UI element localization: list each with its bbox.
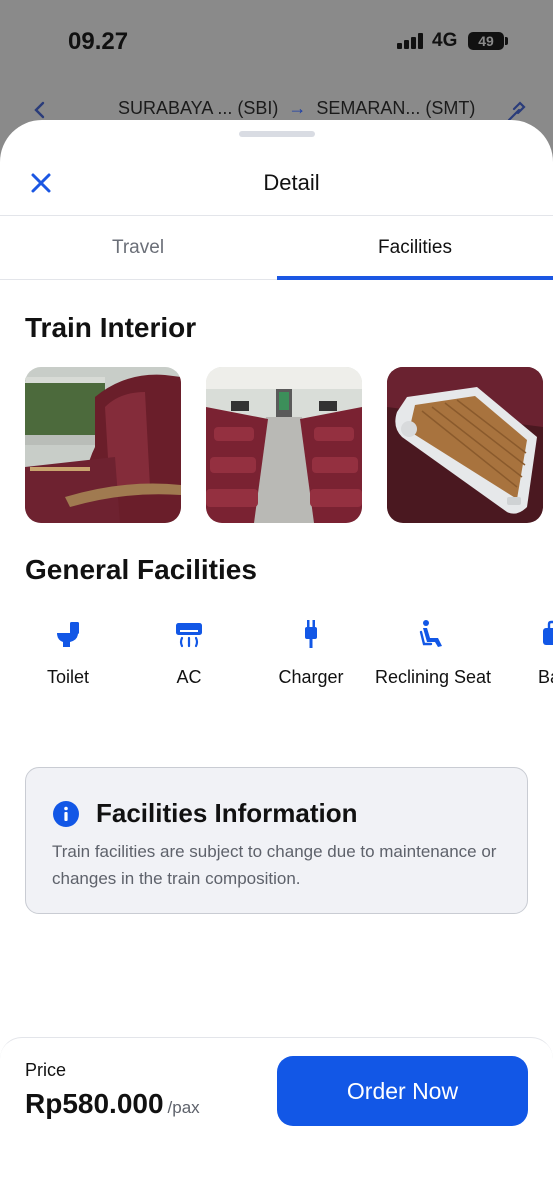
- route-arrow: →: [288, 98, 307, 118]
- facility-label: Bag: [537, 667, 553, 687]
- facility-toilet[interactable]: Toilet: [8, 618, 128, 691]
- info-icon: [53, 801, 79, 827]
- facilities-info-text: Train facilities are subject to change d…: [52, 842, 497, 888]
- detail-sheet: Detail Travel Facilities Train Interior: [0, 120, 553, 1200]
- battery-level: 49: [478, 33, 494, 49]
- bag-icon: [543, 620, 553, 645]
- facilities-info-box: Facilities Information Train facilities …: [25, 767, 528, 914]
- reclining-seat-icon: [419, 620, 442, 647]
- price-value: Rp580.000/pax: [25, 1088, 200, 1120]
- interior-photo-seat[interactable]: [25, 367, 181, 523]
- price-unit: /pax: [167, 1098, 200, 1117]
- battery-icon: 49: [468, 32, 504, 50]
- facility-reclining-seat[interactable]: Reclining Seat: [373, 618, 493, 691]
- status-bar: 09.27 4G 49: [0, 0, 553, 80]
- price-amount: Rp580.000: [25, 1088, 164, 1119]
- sheet-title: Detail: [263, 170, 320, 195]
- price-footer: Price Rp580.000/pax Order Now: [0, 1037, 553, 1200]
- tab-bar: Travel Facilities: [0, 216, 553, 280]
- facility-bag[interactable]: Bag: [494, 618, 553, 691]
- facility-charger[interactable]: Charger: [251, 618, 371, 691]
- facilities-list: Toilet AC Charger Reclining Seat B: [0, 618, 553, 728]
- facility-label: Reclining Seat: [374, 667, 492, 687]
- sheet-header: Detail: [0, 150, 553, 216]
- interior-photo-table[interactable]: [387, 367, 543, 523]
- general-facilities-title: General Facilities: [25, 554, 257, 585]
- facility-label: Charger: [278, 667, 344, 687]
- facility-label: Toilet: [46, 667, 90, 687]
- route-origin: SURABAYA ... (SBI): [118, 98, 279, 118]
- tab-travel[interactable]: Travel: [0, 216, 276, 280]
- interior-photo-aisle[interactable]: [206, 367, 362, 523]
- tab-active-indicator: [277, 276, 553, 280]
- interior-photo-strip[interactable]: [25, 367, 553, 523]
- facility-label: AC: [176, 667, 202, 687]
- route-summary: SURABAYA ... (SBI) → SEMARAN... (SMT): [118, 98, 475, 119]
- facility-ac[interactable]: AC: [129, 618, 249, 691]
- network-type: 4G: [432, 30, 458, 51]
- order-now-button[interactable]: Order Now: [277, 1056, 528, 1126]
- price-label: Price: [25, 1060, 67, 1080]
- status-time: 09.27: [68, 28, 129, 55]
- battery-tip: [505, 37, 508, 45]
- charger-icon: [305, 620, 317, 648]
- signal-icon: [397, 33, 425, 49]
- route-destination: SEMARAN... (SMT): [316, 98, 476, 118]
- facilities-info-title: Facilities Information: [96, 798, 358, 828]
- toilet-icon: [57, 622, 79, 647]
- back-arrow-icon[interactable]: [30, 100, 50, 120]
- ac-icon: [176, 623, 202, 648]
- train-interior-title: Train Interior: [25, 312, 197, 343]
- sheet-handle[interactable]: [239, 131, 315, 137]
- tab-facilities[interactable]: Facilities: [277, 216, 553, 280]
